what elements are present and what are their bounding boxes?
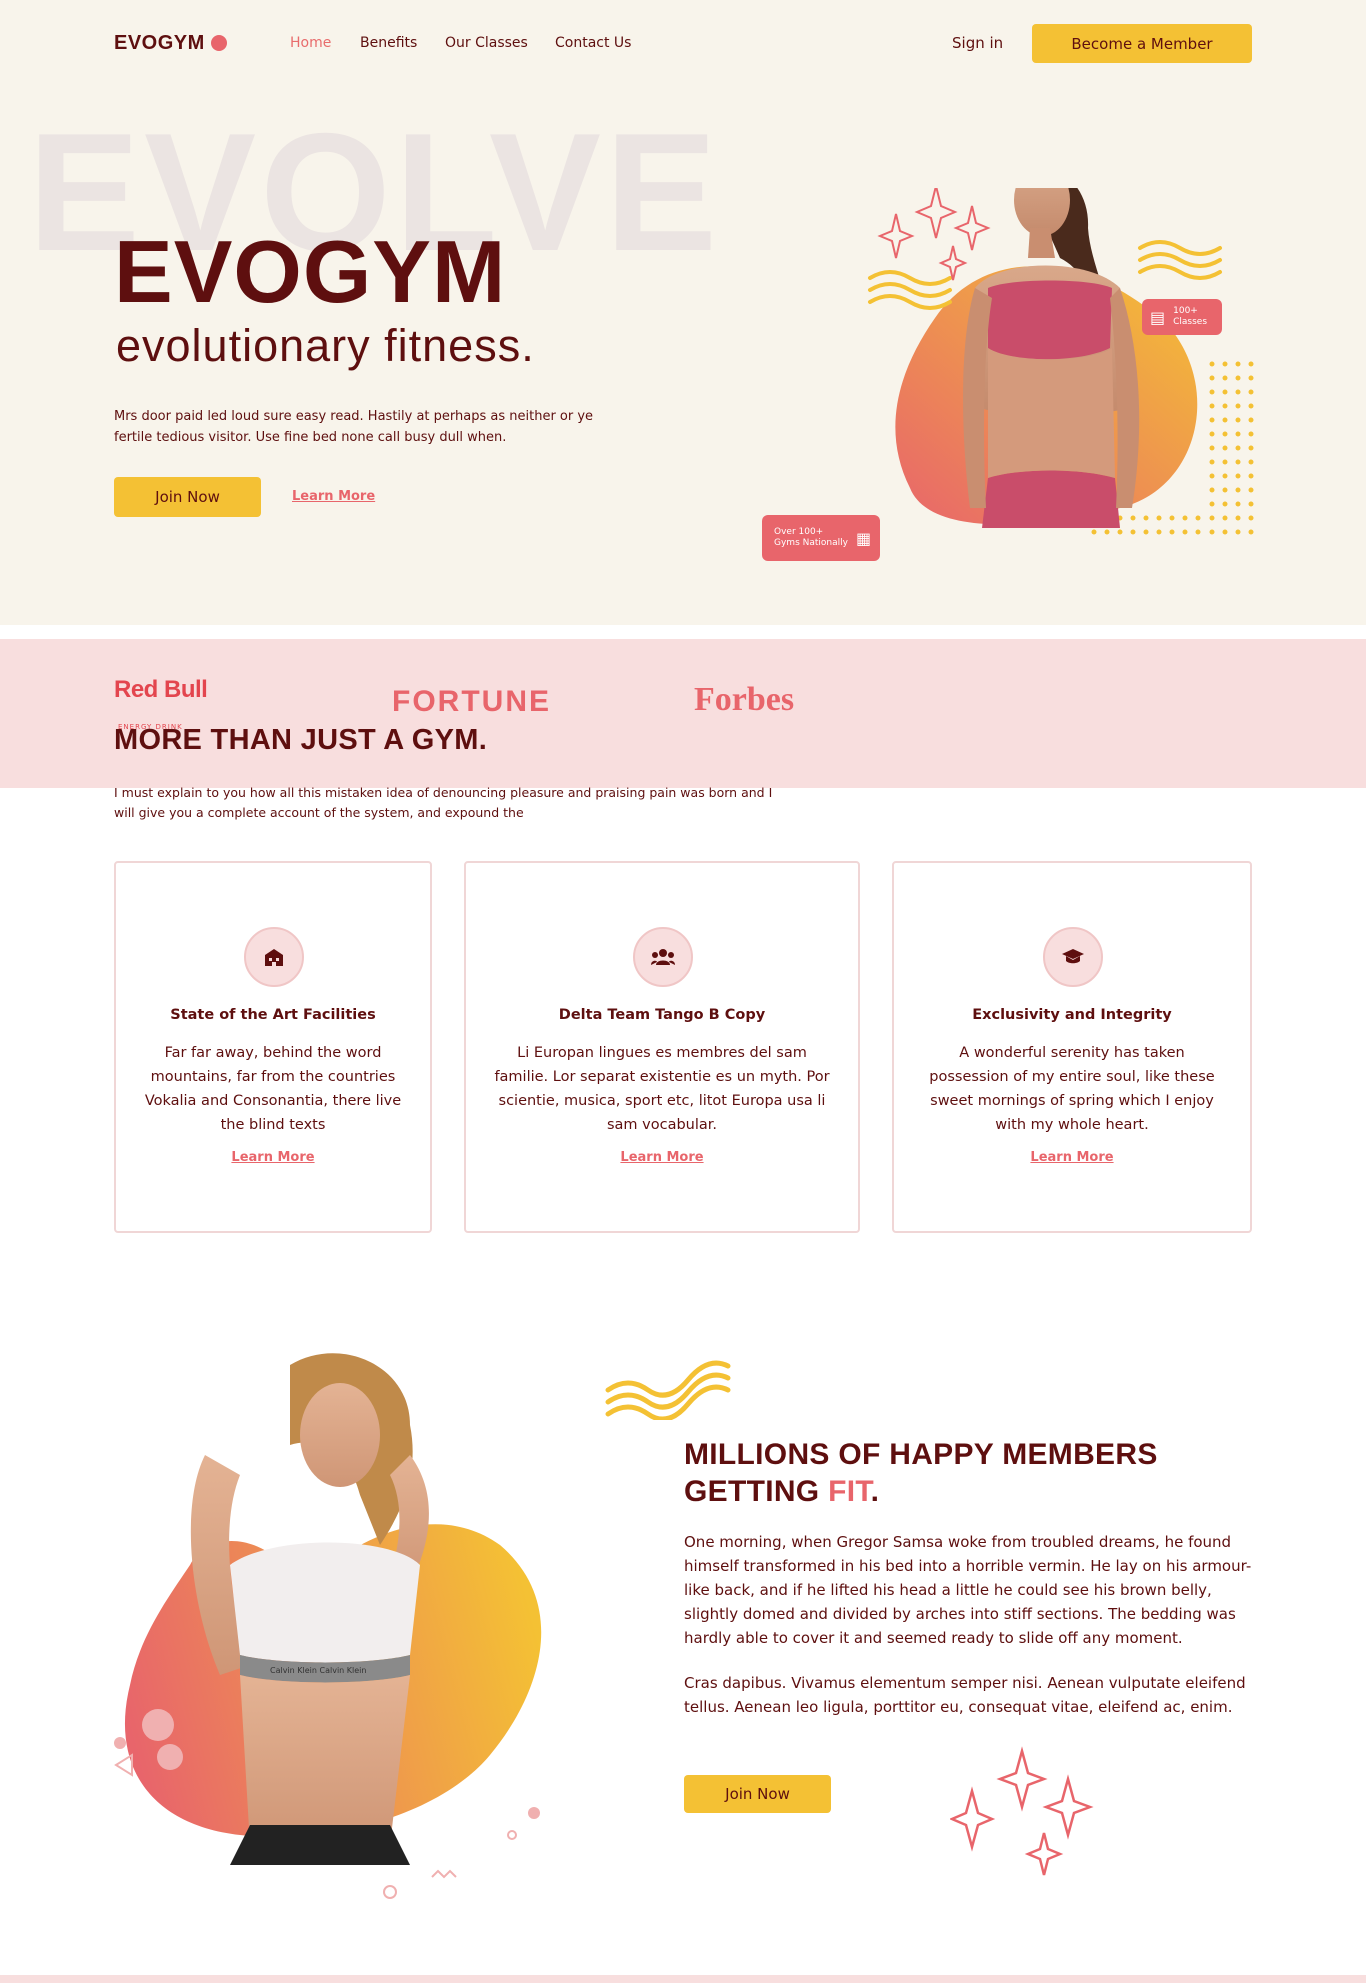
navbar: EVOGYM Home Benefits Our Classes Contact… [0, 0, 1366, 88]
logo-dot-icon [211, 35, 227, 51]
forbes-logo: Forbes [694, 681, 795, 718]
benefit-card-facilities: State of the Art Facilities Far far away… [114, 861, 432, 1233]
group-icon [633, 927, 693, 987]
nav-link-home[interactable]: Home [290, 35, 331, 51]
fortune-logo: FORTUNE [392, 685, 551, 718]
gyms-badge-label: Over 100+ Gyms Nationally [774, 527, 848, 549]
members-title-line1: MILLIONS OF HAPPY MEMBERS [684, 1438, 1158, 1471]
nav-link-contact-us[interactable]: Contact Us [555, 35, 631, 51]
brand-logo[interactable]: EVOGYM [114, 32, 205, 55]
members-paragraph-2: Cras dapibus. Vivamus elementum semper n… [684, 1674, 1246, 1716]
graduation-cap-icon [1043, 927, 1103, 987]
members-title-line2: GETTING [684, 1475, 829, 1508]
gyms-badge-count: Over 100+ [774, 527, 824, 537]
classes-badge: ▤ 100+ Classes [1142, 299, 1222, 335]
hero-description: Mrs door paid led loud sure easy read. H… [114, 409, 594, 445]
hero-join-now-button[interactable]: Join Now [114, 477, 261, 517]
members-sparkle-icons [950, 1746, 1094, 1876]
decorative-dot [528, 1807, 540, 1819]
sign-in-link[interactable]: Sign in [952, 34, 1003, 52]
members-paragraph-1: One morning, when Gregor Samsa woke from… [684, 1533, 1252, 1647]
benefit-card-title: Exclusivity and Integrity [972, 1007, 1172, 1023]
classes-badge-text: Classes [1173, 317, 1208, 327]
benefits-title: MORE THAN JUST A GYM. [114, 724, 488, 756]
hero-woman-figure [963, 164, 1140, 528]
redbull-logo: Red Bull [114, 676, 208, 703]
gyms-badge: Over 100+ Gyms Nationally ▦ [762, 515, 880, 561]
nav-link-benefits[interactable]: Benefits [360, 35, 417, 51]
classes-badge-count: 100+ [1173, 306, 1198, 316]
sponsors-bar: Red Bull ENERGY DRINK FORTUNE Forbes [0, 639, 1366, 788]
members-title-end: . [870, 1475, 880, 1508]
hero-learn-more-link[interactable]: Learn More [292, 489, 375, 504]
hero-title: EVOGYM [114, 222, 507, 321]
benefit-card-learn-more[interactable]: Learn More [116, 1150, 430, 1165]
members-title-accent: FIT [828, 1475, 871, 1508]
members-join-now-button[interactable]: Join Now [684, 1775, 831, 1813]
benefit-card-title: Delta Team Tango B Copy [558, 1007, 766, 1023]
members-wave-lines [605, 1360, 731, 1420]
building-icon: ▦ [855, 528, 872, 548]
building-icon-graphic [265, 949, 283, 966]
sparkle-icons [877, 185, 991, 281]
members-graphic: Calvin Klein Calvin Klein [114, 1353, 692, 1899]
hero-subtitle: evolutionary fitness. [116, 320, 535, 371]
benefit-card-title: State of the Art Facilities [170, 1007, 376, 1023]
benefit-card-text: A wonderful serenity has taken possessio… [929, 1045, 1215, 1133]
hero-illustration: ▤ 100+ Classes Over 100+ Gyms Nationally ▦ [760, 164, 1260, 625]
benefit-card-exclusivity: Exclusivity and Integrity A wonderful se… [892, 861, 1252, 1233]
benefit-card-team: Delta Team Tango B Copy Li Europan lingu… [464, 861, 860, 1233]
benefits-description: I must explain to you how all this mista… [114, 785, 773, 820]
calvin-klein-label: Calvin Klein Calvin Klein [270, 1666, 366, 1675]
hero-section: EVOLVE EVOGYM evolutionary fitness. Mrs … [0, 88, 1366, 625]
become-member-button[interactable]: Become a Member [1032, 24, 1252, 63]
footer-strip [0, 1975, 1366, 1983]
classes-badge-label: 100+ Classes [1173, 306, 1207, 328]
graduation-cap-icon-graphic [1062, 949, 1084, 964]
benefit-card-learn-more[interactable]: Learn More [466, 1150, 858, 1165]
benefit-card-learn-more[interactable]: Learn More [894, 1150, 1250, 1165]
group-icon-graphic [651, 949, 675, 965]
members-title: MILLIONS OF HAPPY MEMBERS GETTING FIT. [684, 1436, 1244, 1510]
nav-link-our-classes[interactable]: Our Classes [445, 35, 528, 51]
building-icon [244, 927, 304, 987]
members-illustration: Calvin Klein Calvin Klein [110, 1345, 692, 1905]
gyms-badge-text: Gyms Nationally [774, 538, 848, 548]
benefit-card-text: Far far away, behind the word mountains,… [144, 1045, 402, 1133]
benefit-card-text: Li Europan lingues es membres del sam fa… [494, 1045, 830, 1133]
id-card-icon: ▤ [1150, 307, 1166, 327]
